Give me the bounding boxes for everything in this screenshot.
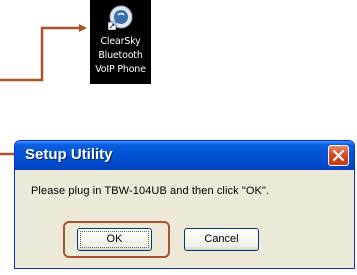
dialog-message: Please plug in TBW-104UB and then click … xyxy=(31,185,270,197)
setup-utility-dialog: Setup Utility Please plug in TBW-104UB a… xyxy=(14,140,355,269)
shortcut-label: ClearSky Bluetooth VoIP Phone xyxy=(90,35,151,77)
desktop-shortcut[interactable]: ClearSky Bluetooth VoIP Phone xyxy=(90,0,151,84)
dialog-titlebar[interactable]: Setup Utility xyxy=(15,141,354,170)
close-button[interactable] xyxy=(328,145,349,166)
clearsky-app-icon xyxy=(108,5,133,30)
cancel-button[interactable]: Cancel xyxy=(184,228,259,251)
shortcut-label-line-1: ClearSky xyxy=(100,36,141,47)
dialog-title: Setup Utility xyxy=(25,146,113,163)
close-icon xyxy=(332,149,345,162)
shortcut-label-line-3: VoIP Phone xyxy=(95,64,146,75)
shortcut-label-line-2: Bluetooth xyxy=(98,50,143,61)
arrow-to-shortcut xyxy=(0,24,87,82)
ok-button[interactable]: OK xyxy=(77,228,152,251)
